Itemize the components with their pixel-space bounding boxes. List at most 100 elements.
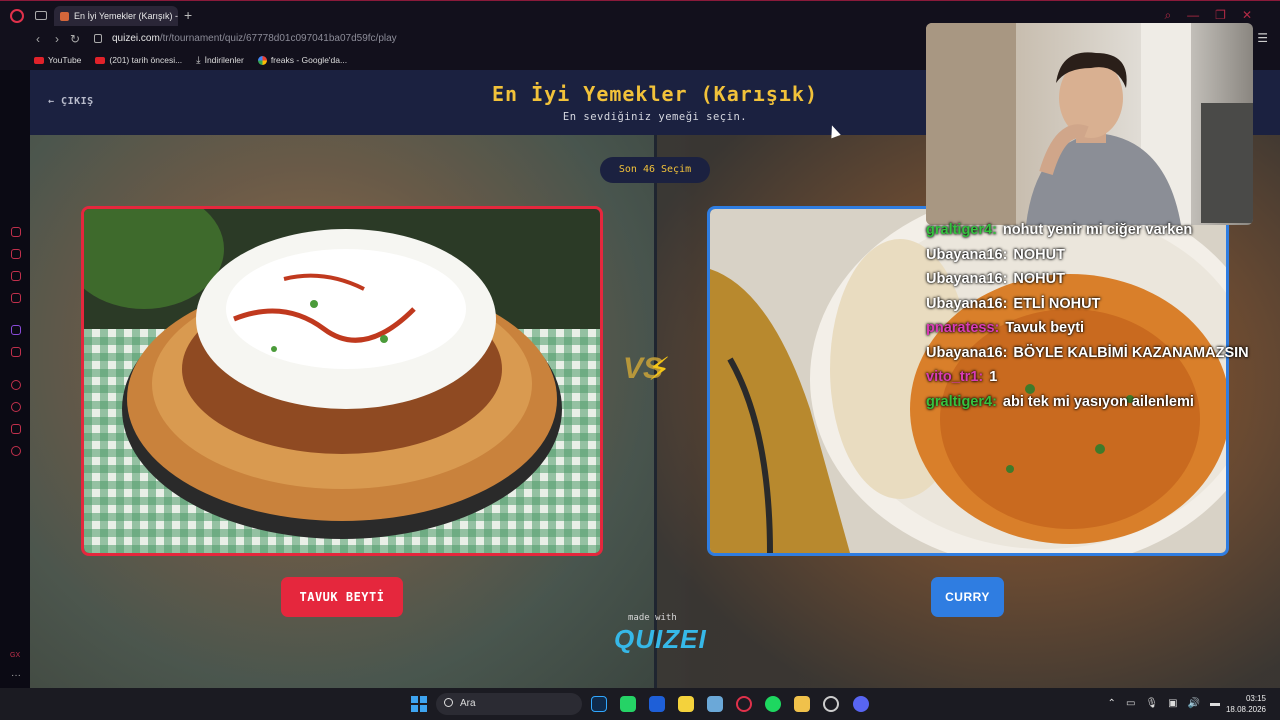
- chat-overlay: graltiger4: nohut yenir mi ciğer varken Ub…: [926, 218, 1256, 414]
- opera-gx-icon[interactable]: [736, 696, 752, 712]
- extensions-icon[interactable]: [11, 424, 21, 434]
- bookmark-label: freaks - Google'da...: [270, 55, 348, 65]
- chat-text: NOHUT: [1013, 246, 1065, 263]
- chat-username: vito_tr1:: [926, 369, 984, 385]
- settings-icon[interactable]: [11, 446, 21, 456]
- chat-text: BÖYLE KALBİMİ KAZANAMAZSIN: [1013, 344, 1249, 361]
- reload-icon[interactable]: ↻: [70, 32, 80, 46]
- youtube-icon: [95, 56, 106, 64]
- left-choice-card[interactable]: [81, 206, 603, 556]
- gx-control-icon[interactable]: [11, 227, 21, 237]
- start-button[interactable]: [411, 696, 427, 712]
- chat-message: pnaratess: Tavuk beyti: [926, 316, 1256, 341]
- bookmark-downloads[interactable]: ⤓ İndirilenler: [196, 55, 244, 66]
- chat-username: Ubayana16:: [926, 246, 1008, 263]
- messenger-icon[interactable]: [11, 293, 21, 303]
- bookmark-tarih[interactable]: (201) tarih öncesi...: [95, 55, 182, 65]
- sticky-notes-icon[interactable]: [678, 696, 694, 712]
- battery-icon[interactable]: ▬: [1210, 698, 1220, 709]
- window-controls: ⌕ — ❐ ✕: [1164, 8, 1252, 23]
- back-nav-icon[interactable]: ‹: [36, 32, 40, 46]
- spotify-icon[interactable]: [765, 696, 781, 712]
- workspaces-icon[interactable]: [35, 11, 47, 20]
- chat-text: abi tek mi yasıyon ailenlemi: [1002, 393, 1194, 410]
- chat-text: 1: [989, 369, 998, 385]
- volume-icon[interactable]: 🔊: [1188, 698, 1200, 709]
- chat-message: Ubayana16: NOHUT: [926, 267, 1256, 292]
- clock-time: 03:15: [1245, 694, 1266, 703]
- photos-icon[interactable]: [707, 696, 723, 712]
- opera-logo-icon[interactable]: [10, 9, 24, 23]
- chat-message: Ubayana16: BÖYLE KALBİMİ KAZANAMAZSIN: [926, 341, 1256, 366]
- gx-store-icon[interactable]: [11, 249, 21, 259]
- chat-text: ETLİ NOHUT: [1013, 295, 1101, 312]
- chat-message: graltiger4: nohut yenir mi ciğer varken: [926, 218, 1256, 243]
- photoshop-icon[interactable]: [591, 696, 607, 712]
- maximize-icon[interactable]: ❐: [1215, 8, 1226, 23]
- obs-icon[interactable]: [823, 696, 839, 712]
- tavuk-beyti-image: [84, 209, 600, 553]
- new-tab-icon[interactable]: +: [184, 7, 192, 23]
- quizei-logo[interactable]: QUIZEI: [614, 624, 707, 655]
- tab-favicon-icon: [60, 11, 69, 21]
- forward-nav-icon[interactable]: ›: [55, 32, 59, 46]
- chat-username: Ubayana16:: [926, 344, 1008, 361]
- tray-app-icon[interactable]: ▭: [1126, 698, 1135, 709]
- chat-message: Ubayana16: ETLİ NOHUT: [926, 292, 1256, 317]
- search-icon: [444, 698, 453, 707]
- choose-curry-button[interactable]: CURRY: [931, 577, 1004, 617]
- made-with-label: made with: [628, 613, 677, 623]
- center-divider: [654, 135, 657, 688]
- menu-icon[interactable]: ☰: [1257, 31, 1268, 45]
- url-host: quizei.com: [112, 33, 160, 44]
- bookmark-label: YouTube: [48, 55, 82, 65]
- discount-icon[interactable]: [11, 347, 21, 357]
- player-icon[interactable]: [11, 380, 21, 390]
- system-tray: ⌃ ▭ 🎙 ▣ 🔊 ▬: [1108, 698, 1220, 709]
- taskbar: Ara ⌃ ▭ 🎙 ▣ 🔊 ▬ 03:15 18.08.2026: [0, 688, 1280, 720]
- streamer-video: [926, 23, 1253, 225]
- minimize-icon[interactable]: —: [1187, 8, 1199, 23]
- taskbar-search[interactable]: Ara: [436, 693, 582, 715]
- chat-username: graltiger4:: [926, 222, 997, 238]
- system-clock[interactable]: 03:15 18.08.2026: [1226, 693, 1266, 715]
- url-path: /tr/tournament/quiz/67778d01c097041ba07d…: [159, 33, 397, 44]
- chat-text: Tavuk beyti: [1005, 320, 1085, 336]
- twitch-icon[interactable]: [11, 325, 21, 335]
- bookmark-google[interactable]: freaks - Google'da...: [257, 55, 348, 65]
- chat-text: nohut yenir mi ciğer varken: [1002, 222, 1193, 238]
- chat-message: Ubayana16: NOHUT: [926, 243, 1256, 268]
- bookmark-youtube[interactable]: YouTube: [34, 55, 81, 65]
- clock-date: 18.08.2026: [1225, 705, 1266, 714]
- bookmark-label: (201) tarih öncesi...: [109, 55, 183, 65]
- chat-username: Ubayana16:: [926, 271, 1008, 287]
- browser-sidebar: GX ···: [0, 70, 30, 688]
- url-field[interactable]: quizei.com/tr/tournament/quiz/67778d01c0…: [112, 33, 397, 44]
- discord-icon[interactable]: [853, 696, 869, 712]
- paint-icon[interactable]: [649, 696, 665, 712]
- round-counter: Son 46 Seçim: [600, 157, 710, 183]
- tray-chevron-icon[interactable]: ⌃: [1108, 698, 1116, 709]
- chat-username: Ubayana16:: [926, 295, 1008, 312]
- browser-tab[interactable]: En İyi Yemekler (Karışık) - 1: [54, 6, 178, 26]
- network-icon[interactable]: ▣: [1168, 698, 1177, 709]
- chat-text: NOHUT: [1013, 271, 1065, 287]
- chat-message: vito_tr1: 1: [926, 365, 1256, 390]
- history-icon[interactable]: [11, 402, 21, 412]
- more-icon[interactable]: ···: [11, 670, 21, 681]
- microphone-icon[interactable]: 🎙: [1145, 698, 1158, 709]
- bookmark-label: İndirilenler: [204, 55, 244, 65]
- whatsapp-icon[interactable]: [620, 696, 636, 712]
- google-icon: [257, 55, 267, 65]
- lightning-icon: ⚡: [648, 351, 671, 387]
- search-tabs-icon[interactable]: ⌕: [1164, 8, 1171, 23]
- chat-username: graltiger4:: [926, 393, 997, 410]
- gx-news-icon[interactable]: [11, 271, 21, 281]
- tab-title: En İyi Yemekler (Karışık) - 1: [74, 11, 178, 21]
- youtube-icon: [34, 56, 44, 64]
- file-explorer-icon[interactable]: [794, 696, 810, 712]
- close-icon[interactable]: ✕: [1242, 8, 1252, 23]
- choose-tavuk-beyti-button[interactable]: TAVUK BEYTİ: [281, 577, 403, 617]
- chat-username: pnaratess:: [926, 320, 1000, 336]
- download-icon: ⤓: [196, 54, 201, 66]
